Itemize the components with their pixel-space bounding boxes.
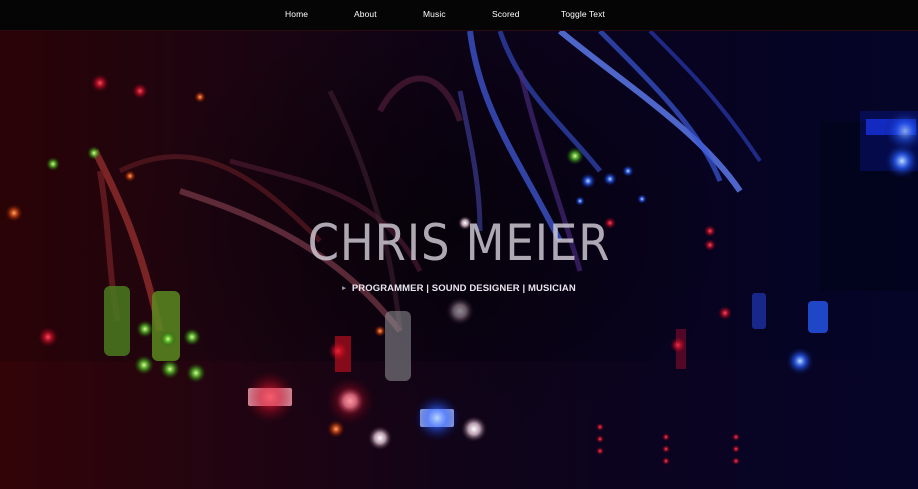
nav-link-about[interactable]: About <box>354 9 377 19</box>
navbar: Home About Music Scored Toggle Text <box>0 0 918 31</box>
hero-subtitle-text: PROGRAMMER | SOUND DESIGNER | MUSICIAN <box>351 283 576 294</box>
nav-link-scored[interactable]: Scored <box>492 9 520 19</box>
nav-link-home[interactable]: Home <box>285 9 308 19</box>
nav-link-toggle-text[interactable]: Toggle Text <box>561 9 605 19</box>
hero-subtitle: ▸ PROGRAMMER | SOUND DESIGNER | MUSICIAN <box>0 283 918 294</box>
hero-section: CHRIS MEIER ▸ PROGRAMMER | SOUND DESIGNER… <box>0 31 918 489</box>
nav-link-music[interactable]: Music <box>423 9 446 19</box>
nav-list: Home About Music Scored Toggle Text <box>0 0 918 30</box>
hero-title: CHRIS MEIER <box>307 214 611 272</box>
page: Home About Music Scored Toggle Text CHRI… <box>0 0 918 489</box>
subtitle-bullet-icon: ▸ <box>342 285 346 292</box>
